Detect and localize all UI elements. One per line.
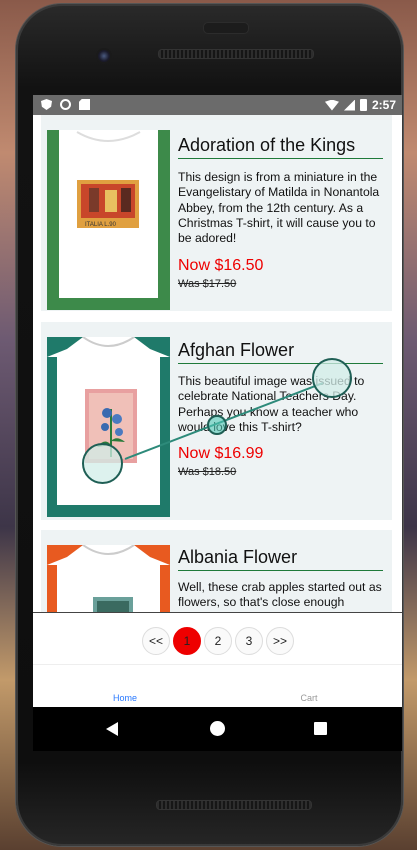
original-price: Was $18.50: [178, 466, 237, 478]
page-1-button[interactable]: 1: [173, 627, 201, 655]
pagination: << 1 2 3 >>: [33, 612, 402, 665]
shield-icon: [41, 99, 52, 110]
tab-home[interactable]: Home: [95, 693, 155, 703]
title-underline: [178, 570, 383, 571]
top-sensor: [203, 22, 249, 34]
current-price: Now $16.99: [178, 445, 264, 462]
product-list[interactable]: ITALIA L.90 Adoration of the Kings This …: [33, 115, 402, 612]
back-triangle-icon[interactable]: [106, 722, 118, 736]
signal-icon: [343, 99, 355, 111]
home-circle-icon[interactable]: [210, 721, 225, 736]
product-title[interactable]: Albania Flower: [178, 547, 297, 568]
earpiece-speaker: [158, 49, 314, 59]
bottom-speaker: [156, 800, 312, 810]
svg-text:ITALIA L.90: ITALIA L.90: [85, 222, 117, 228]
tshirt-image: ITALIA L.90: [47, 130, 170, 310]
touch-point: [82, 443, 123, 484]
product-image[interactable]: ITALIA L.90: [47, 130, 170, 310]
wifi-icon: [324, 99, 339, 111]
app-screen: 2:57 ITALIA L.90 Adoration of the Kings …: [33, 95, 402, 707]
recent-apps-square-icon[interactable]: [314, 722, 327, 735]
current-price: Now $16.50: [178, 257, 264, 274]
product-title[interactable]: Afghan Flower: [178, 340, 294, 361]
touch-point: [312, 358, 352, 398]
product-description: This design is from a miniature in the E…: [178, 170, 380, 246]
page-2-button[interactable]: 2: [204, 627, 232, 655]
status-time: 2:57: [371, 98, 396, 112]
title-underline: [178, 158, 383, 159]
product-title[interactable]: Adoration of the Kings: [178, 135, 355, 156]
front-camera: [96, 48, 112, 64]
tshirt-image: [47, 337, 170, 517]
product-image[interactable]: [47, 337, 170, 517]
touch-point-small: [207, 415, 227, 435]
title-underline: [178, 363, 383, 364]
status-bar: 2:57: [33, 95, 402, 115]
page-3-button[interactable]: 3: [235, 627, 263, 655]
product-card[interactable]: Albania Flower Well, these crab apples s…: [41, 530, 392, 612]
circle-notification-icon: [60, 99, 71, 110]
next-page-button[interactable]: >>: [266, 627, 294, 655]
tshirt-image: [47, 545, 170, 612]
product-description: Well, these crab apples started out as f…: [178, 580, 382, 610]
battery-icon: [359, 99, 367, 111]
tab-cart[interactable]: Cart: [279, 693, 339, 703]
bottom-tab-bar: Home Cart: [33, 664, 402, 707]
android-nav-bar: [33, 707, 402, 751]
product-image[interactable]: [47, 545, 170, 612]
sd-card-icon: [79, 99, 90, 110]
prev-page-button[interactable]: <<: [142, 627, 170, 655]
product-card[interactable]: ITALIA L.90 Adoration of the Kings This …: [41, 115, 392, 311]
original-price: Was $17.50: [178, 278, 237, 290]
